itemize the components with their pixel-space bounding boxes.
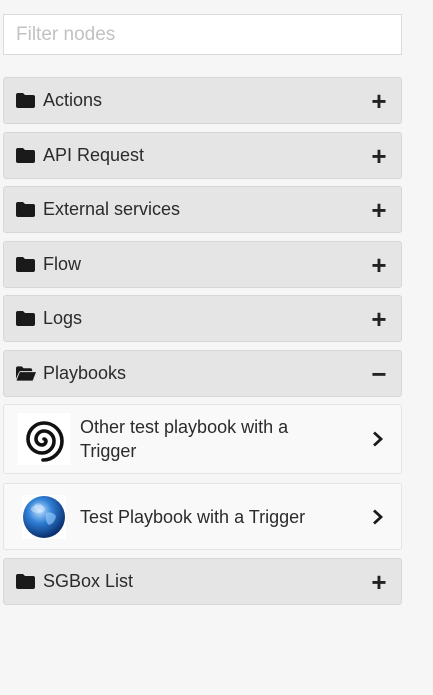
chevron-right-icon[interactable] (367, 508, 389, 525)
playbook-item-label: Other test playbook with a Trigger (80, 417, 289, 461)
expand-icon[interactable]: + (369, 306, 389, 332)
category-external-services[interactable]: External services + (3, 186, 402, 233)
category-label: Logs (43, 308, 83, 328)
expand-icon[interactable]: + (369, 569, 389, 595)
category-label: API Request (43, 145, 145, 165)
globe-icon (18, 491, 70, 543)
folder-icon (16, 202, 36, 218)
expand-icon[interactable]: + (369, 88, 389, 114)
folder-icon (16, 574, 36, 590)
folder-open-icon (16, 366, 36, 382)
collapse-icon[interactable]: − (369, 361, 389, 387)
playbook-item-test-playbook[interactable]: Test Playbook with a Trigger (3, 483, 402, 550)
folder-icon (16, 93, 36, 109)
category-logs[interactable]: Logs + (3, 295, 402, 342)
category-api-request[interactable]: API Request + (3, 132, 402, 179)
folder-icon (16, 148, 36, 164)
category-label: SGBox List (43, 571, 134, 591)
category-label: Actions (43, 90, 103, 110)
category-label: Flow (43, 254, 82, 274)
chevron-right-icon[interactable] (367, 431, 389, 447)
playbook-item-label: Test Playbook with a Trigger (80, 506, 306, 527)
expand-icon[interactable]: + (369, 197, 389, 223)
category-label: External services (43, 199, 181, 219)
category-label: Playbooks (43, 363, 127, 383)
expand-icon[interactable]: + (369, 143, 389, 169)
filter-nodes-input[interactable] (3, 14, 402, 55)
category-flow[interactable]: Flow + (3, 241, 402, 288)
folder-icon (16, 311, 36, 327)
folder-icon (16, 257, 36, 273)
category-actions[interactable]: Actions + (3, 77, 402, 124)
category-sgbox-list[interactable]: SGBox List + (3, 558, 402, 605)
expand-icon[interactable]: + (369, 252, 389, 278)
playbook-item-other-test[interactable]: Other test playbook with a Trigger (3, 404, 402, 474)
spiral-icon (18, 413, 70, 465)
category-playbooks[interactable]: Playbooks − (3, 350, 402, 397)
